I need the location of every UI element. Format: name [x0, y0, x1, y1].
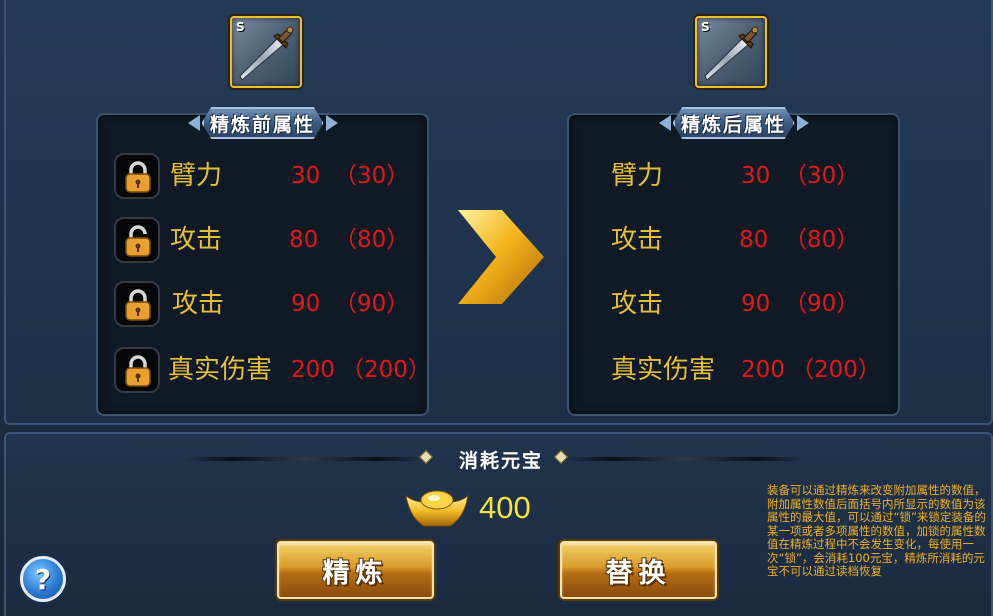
attr-row: 攻击 80 （80） [569, 217, 898, 261]
refine-button[interactable]: 精炼 [277, 541, 434, 599]
attr-value: 90 [291, 291, 321, 317]
attr-max: （200） [791, 357, 881, 383]
attr-value: 80 [739, 227, 769, 253]
help-text: 装备可以通过精炼来改变附加属性的数值，附加属性数值后面括号内所显示的数值为该属性… [767, 483, 986, 578]
attr-row: 攻击 90 （90） [569, 281, 898, 325]
banner-right-arrow [325, 115, 338, 131]
before-panel: 精炼前属性 臂力 30 （30） 攻击 80 （80） 攻击 90 （90） 真… [96, 107, 431, 416]
attr-row: 攻击 80 （80） [98, 217, 427, 263]
refine-window: S S 精炼前属性 臂力 30 （30） 攻击 80 （80） 攻击 90 （9… [0, 0, 993, 616]
question-icon: ? [34, 562, 52, 596]
item-slot-after[interactable]: S [695, 16, 767, 88]
attr-max: （30） [334, 163, 410, 189]
attr-name: 真实伤害 [611, 355, 716, 385]
after-panel: 精炼后属性 臂力 30 （30） 攻击 80 （80） 攻击 90 （90） 真… [567, 107, 900, 416]
attr-max: （80） [334, 227, 410, 253]
lock-toggle[interactable] [114, 217, 160, 263]
cost-title: 消耗元宝 [458, 450, 543, 472]
right-arrow-icon [458, 210, 544, 304]
attr-value: 80 [289, 227, 319, 253]
refine-button-label: 精炼 [322, 557, 389, 589]
attr-name: 真实伤害 [168, 355, 273, 385]
lock-toggle[interactable] [114, 153, 160, 199]
after-panel-title: 精炼后属性 [658, 107, 809, 139]
replace-button[interactable]: 替换 [560, 541, 717, 599]
padlock-open-icon [125, 225, 151, 257]
divider-right [565, 457, 805, 461]
attr-value: 30 [741, 163, 771, 189]
attr-row: 真实伤害 200 （200） [98, 347, 431, 393]
attr-name: 臂力 [611, 161, 664, 191]
attr-max: （90） [784, 291, 860, 317]
sword-icon [239, 26, 294, 81]
attr-max: （80） [784, 227, 860, 253]
gold-ingot-icon [405, 490, 469, 527]
attr-max: （200） [341, 357, 431, 383]
attr-row: 臂力 30 （30） [98, 153, 427, 199]
attr-name: 攻击 [611, 289, 664, 319]
banner-left-arrow [187, 115, 200, 131]
help-button[interactable]: ? [20, 556, 66, 602]
attr-name: 攻击 [611, 225, 664, 255]
attr-name: 臂力 [170, 161, 223, 191]
banner-right-arrow [796, 115, 809, 131]
attr-name: 攻击 [170, 225, 223, 255]
attr-max: （90） [334, 291, 410, 317]
attr-row: 攻击 90 （90） [98, 281, 427, 327]
divider-left [185, 457, 425, 461]
attr-name: 攻击 [172, 289, 225, 319]
padlock-icon [125, 289, 151, 321]
before-panel-title: 精炼前属性 [187, 107, 338, 139]
attr-value: 90 [741, 291, 771, 317]
sword-icon [704, 26, 759, 81]
attr-value: 30 [291, 163, 321, 189]
replace-button-label: 替换 [605, 557, 672, 589]
lock-toggle[interactable] [114, 347, 160, 393]
attr-row: 臂力 30 （30） [569, 153, 898, 197]
banner-left-arrow [658, 115, 671, 131]
padlock-icon [125, 161, 151, 193]
cost-amount: 400 [479, 490, 531, 525]
lock-toggle[interactable] [114, 281, 160, 327]
after-title-text: 精炼后属性 [680, 113, 786, 136]
attr-value: 200 [291, 357, 335, 383]
attr-max: （30） [784, 163, 860, 189]
padlock-icon [125, 355, 151, 387]
before-title-text: 精炼前属性 [209, 113, 315, 136]
attr-row: 真实伤害 200 （200） [569, 347, 898, 391]
attr-value: 200 [741, 357, 785, 383]
item-slot-before[interactable]: S [230, 16, 302, 88]
